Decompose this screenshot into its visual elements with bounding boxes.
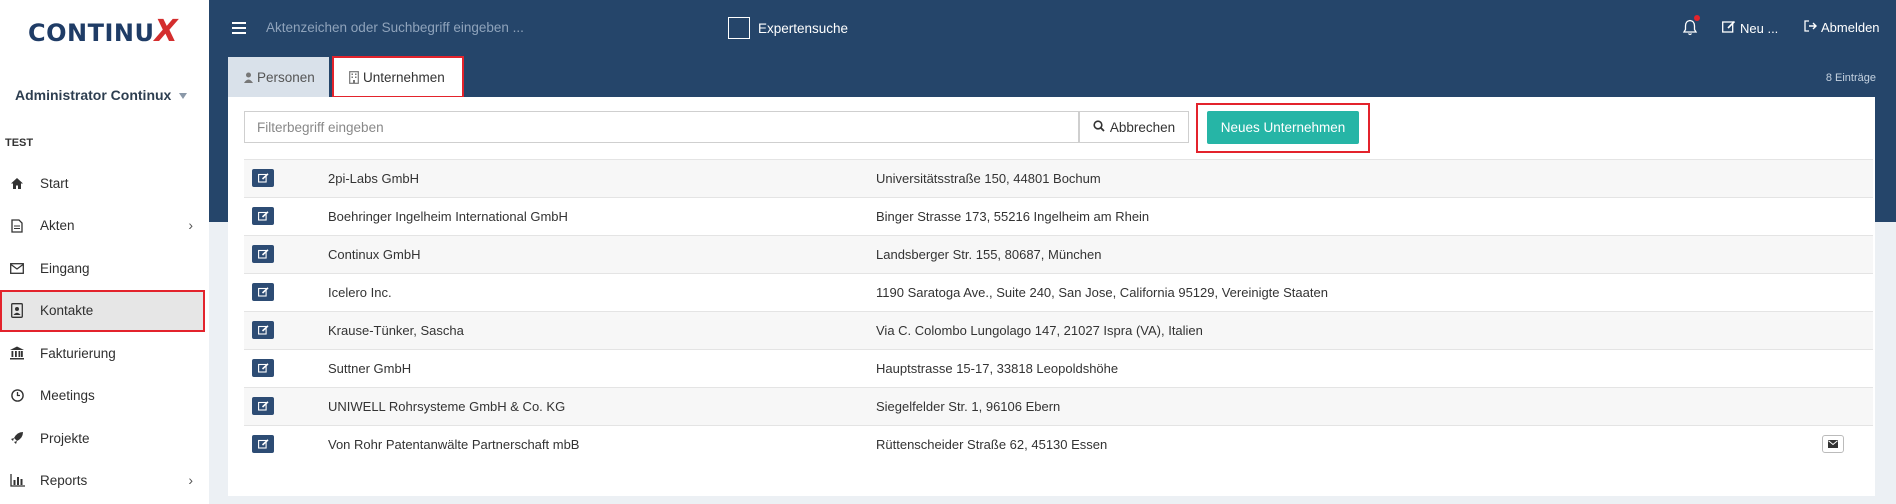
edit-icon[interactable] xyxy=(252,359,274,377)
caret-down-icon xyxy=(179,93,188,100)
company-address: Universitätsstraße 150, 44801 Bochum xyxy=(876,171,1101,186)
sidebar: CONTINUX Administrator Continux TEST Sta… xyxy=(0,0,209,504)
edit-icon[interactable] xyxy=(252,283,274,301)
edit-icon[interactable] xyxy=(252,207,274,225)
expert-search-checkbox[interactable] xyxy=(728,17,750,39)
sidebar-item-akten[interactable]: Akten › xyxy=(0,205,209,248)
envelope-icon[interactable] xyxy=(1822,435,1844,453)
chevron-right-icon: › xyxy=(188,471,193,488)
table-row: Von Rohr Patentanwälte Partnerschaft mbB… xyxy=(244,425,1873,463)
edit-icon[interactable] xyxy=(252,245,274,263)
edit-icon[interactable] xyxy=(252,321,274,339)
table-row: Continux GmbH Landsberger Str. 155, 8068… xyxy=(244,235,1873,273)
sidebar-item-kontakte[interactable]: Kontakte xyxy=(0,289,205,332)
edit-icon xyxy=(1722,20,1736,36)
search-icon xyxy=(1093,119,1105,135)
new-company-highlight: Neues Unternehmen xyxy=(1196,103,1370,153)
new-company-button[interactable]: Neues Unternehmen xyxy=(1207,111,1359,144)
tab-label: Personen xyxy=(257,69,315,85)
company-address: Landsberger Str. 155, 80687, München xyxy=(876,247,1102,262)
bar-chart-icon xyxy=(8,472,26,490)
rocket-icon xyxy=(8,429,26,447)
company-address: Siegelfelder Str. 1, 96106 Ebern xyxy=(876,399,1061,414)
tab-label: Unternehmen xyxy=(363,69,445,85)
expert-search-toggle[interactable]: Expertensuche xyxy=(728,17,848,39)
company-name: 2pi-Labs GmbH xyxy=(328,171,420,186)
table-row: UNIWELL Rohrsysteme GmbH & Co. KG Siegel… xyxy=(244,387,1873,425)
sidebar-item-start[interactable]: Start xyxy=(0,162,209,205)
sidebar-item-label: Fakturierung xyxy=(40,345,116,361)
company-name: UNIWELL Rohrsysteme GmbH & Co. KG xyxy=(328,399,566,414)
table-row: Icelero Inc. 1190 Saratoga Ave., Suite 2… xyxy=(244,273,1873,311)
expert-search-label: Expertensuche xyxy=(758,20,849,36)
company-address: Via C. Colombo Lungolago 147, 21027 Ispr… xyxy=(876,323,1203,338)
company-address: Binger Strasse 173, 55216 Ingelheim am R… xyxy=(876,209,1150,224)
cancel-filter-label: Abbrechen xyxy=(1109,119,1176,135)
home-icon xyxy=(8,174,26,192)
logo-x: X xyxy=(154,14,179,49)
company-name: Von Rohr Patentanwälte Partnerschaft mbB xyxy=(328,437,580,452)
company-name: Continux GmbH xyxy=(328,247,421,262)
filter-input[interactable]: Filterbegriff eingeben xyxy=(244,111,1079,143)
logo[interactable]: CONTINUX xyxy=(28,14,179,49)
company-name: Icelero Inc. xyxy=(328,285,392,300)
tab-unternehmen[interactable]: Unternehmen xyxy=(332,56,464,98)
global-search-input[interactable]: Aktenzeichen oder Suchbegriff eingeben .… xyxy=(266,20,524,35)
envelope-icon xyxy=(8,259,26,277)
table-row: Krause-Tünker, Sascha Via C. Colombo Lun… xyxy=(244,311,1873,349)
table-row: Boehringer Ingelheim International GmbH … xyxy=(244,197,1873,235)
sidebar-item-reports[interactable]: Reports › xyxy=(0,460,209,503)
sidebar-item-label: Eingang xyxy=(40,260,90,276)
company-address: Hauptstrasse 15-17, 33818 Leopoldshöhe xyxy=(876,361,1119,376)
company-name: Boehringer Ingelheim International GmbH xyxy=(328,209,568,224)
user-menu[interactable]: Administrator Continux xyxy=(15,87,188,103)
sidebar-nav: Start Akten › Eingang Kontakte Fakturier… xyxy=(0,162,209,502)
edit-icon[interactable] xyxy=(252,169,274,187)
user-name: Administrator Continux xyxy=(15,87,172,103)
file-icon xyxy=(8,217,26,235)
hamburger-menu-icon[interactable] xyxy=(232,22,246,37)
sidebar-item-label: Kontakte xyxy=(40,303,94,319)
new-menu-button[interactable]: Neu ... xyxy=(1722,20,1778,36)
user-icon xyxy=(244,72,253,83)
clock-icon xyxy=(8,387,26,405)
sidebar-item-label: Akten xyxy=(40,218,75,234)
sidebar-item-label: Reports xyxy=(40,473,88,489)
logout-label: Abmelden xyxy=(1821,20,1880,35)
company-address: Rüttenscheider Straße 62, 45130 Essen xyxy=(876,437,1108,452)
section-label: TEST xyxy=(5,137,34,149)
sidebar-item-meetings[interactable]: Meetings xyxy=(0,375,209,418)
sidebar-item-label: Meetings xyxy=(40,388,95,404)
sidebar-item-fakturierung[interactable]: Fakturierung xyxy=(0,332,209,375)
edit-icon[interactable] xyxy=(252,435,274,453)
new-menu-label: Neu ... xyxy=(1740,20,1779,36)
sidebar-item-label: Start xyxy=(40,175,69,191)
chevron-right-icon: › xyxy=(188,216,193,233)
cancel-filter-button[interactable]: Abbrechen xyxy=(1079,111,1189,143)
logout-button[interactable]: Abmelden xyxy=(1804,20,1880,35)
sidebar-item-eingang[interactable]: Eingang xyxy=(0,247,209,290)
sidebar-item-projekte[interactable]: Projekte xyxy=(0,417,209,460)
companies-panel: Filterbegriff eingeben Abbrechen Neues U… xyxy=(228,97,1875,496)
logout-icon xyxy=(1804,20,1817,35)
building-icon xyxy=(349,70,359,84)
companies-table: 2pi-Labs GmbH Universitätsstraße 150, 44… xyxy=(244,159,1873,463)
entries-count: 8 Einträge xyxy=(1825,72,1876,84)
bank-icon xyxy=(8,344,26,362)
sidebar-item-label: Projekte xyxy=(40,430,90,446)
table-row: Suttner GmbH Hauptstrasse 15-17, 33818 L… xyxy=(244,349,1873,387)
notification-bell-icon[interactable] xyxy=(1682,15,1700,39)
company-name: Krause-Tünker, Sascha xyxy=(328,323,464,338)
logo-text: CONTINU xyxy=(28,19,155,47)
tab-personen[interactable]: Personen xyxy=(228,57,329,97)
company-address: 1190 Saratoga Ave., Suite 240, San Jose,… xyxy=(876,285,1328,300)
contact-card-icon xyxy=(8,302,26,320)
edit-icon[interactable] xyxy=(252,397,274,415)
table-row: 2pi-Labs GmbH Universitätsstraße 150, 44… xyxy=(244,159,1873,197)
company-name: Suttner GmbH xyxy=(328,361,412,376)
notification-dot xyxy=(1694,15,1700,21)
